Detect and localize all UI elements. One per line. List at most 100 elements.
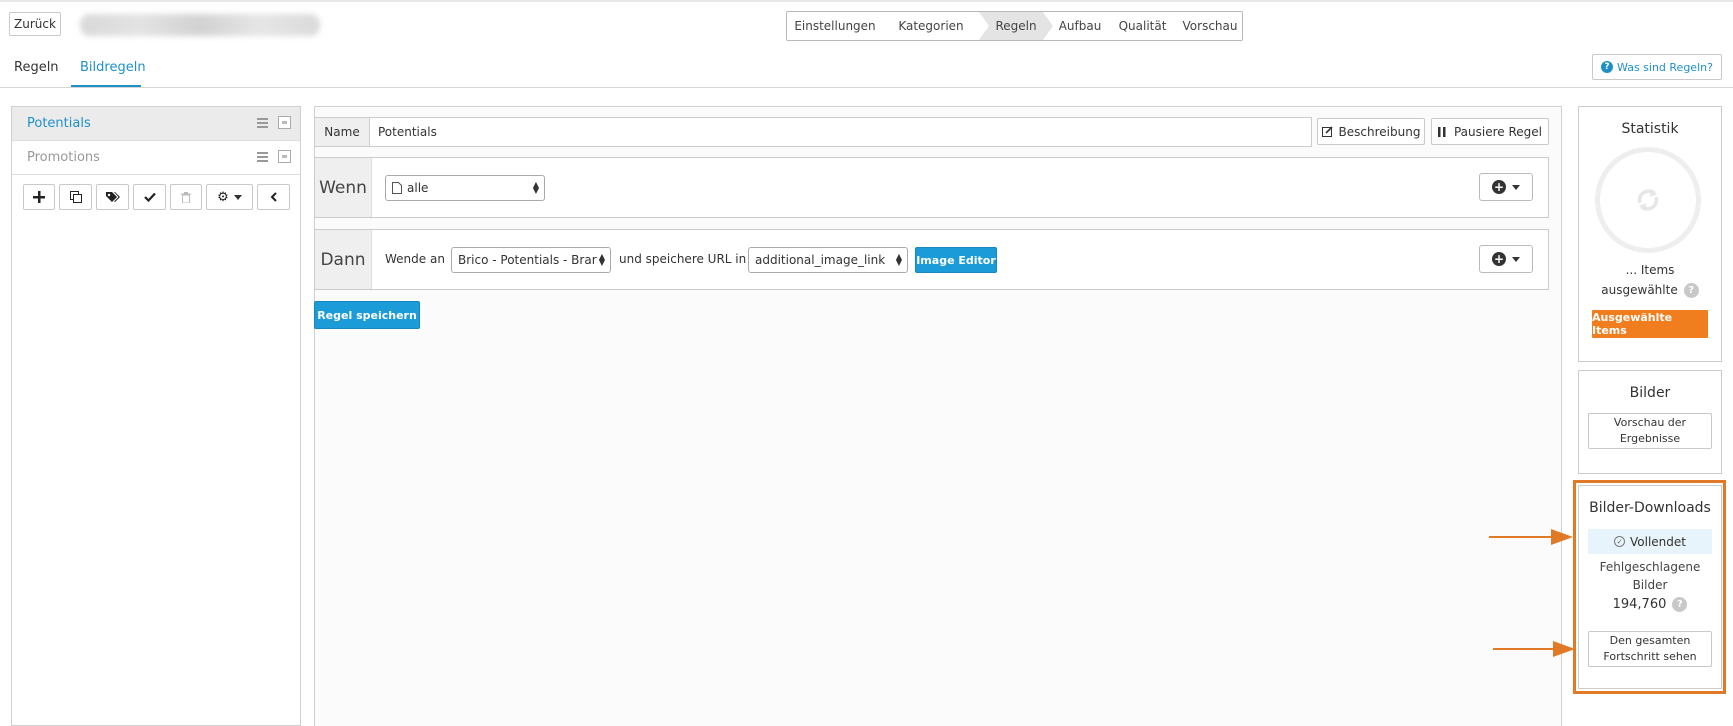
save-rule-button[interactable]: Regel speichern — [314, 301, 420, 329]
gear-icon: ⚙ — [217, 189, 229, 205]
step-regeln[interactable]: Regeln — [979, 12, 1053, 40]
tag-rule-button[interactable] — [96, 184, 129, 210]
tags-icon — [105, 192, 120, 202]
annotation-arrow-2-head — [1553, 641, 1575, 657]
copy-icon — [69, 191, 82, 203]
condition-block: Wenn alle ▲ ▼ + — [314, 157, 1549, 218]
question-icon: ? — [1601, 61, 1614, 73]
drag-handle-icon[interactable] — [257, 152, 268, 162]
items-count-text: ... Items — [1625, 263, 1675, 277]
tabs-divider — [0, 87, 1733, 88]
help-link-button[interactable]: ? Was sind Regeln? — [1592, 54, 1722, 80]
progress-line1: Den gesamten — [1609, 634, 1691, 647]
activate-rule-button[interactable] — [133, 184, 166, 210]
status-label: Vollendet — [1630, 534, 1686, 549]
then-label: Dann — [315, 230, 372, 289]
step-aufbau[interactable]: Aufbau — [1053, 12, 1107, 40]
images-title: Bilder — [1629, 385, 1671, 401]
save-url-text: und speichere URL in — [619, 252, 747, 266]
chevron-left-icon — [270, 192, 277, 202]
condition-select-value: alle — [407, 181, 429, 195]
status-badge: ✓ Vollendet — [1588, 529, 1712, 554]
select-arrows-icon: ▲ ▼ — [532, 180, 539, 195]
duplicate-rule-button[interactable] — [59, 184, 92, 210]
url-field-select-value: additional_image_link — [755, 253, 886, 267]
failed-count: 194,760 — [1612, 597, 1667, 612]
name-label: Name — [314, 117, 370, 147]
step-kategorien[interactable]: Kategorien — [883, 12, 979, 40]
description-button[interactable]: Beschreibung — [1317, 118, 1425, 145]
url-field-select[interactable]: additional_image_link ▲ ▼ — [748, 247, 908, 273]
select-arrows-icon: ▲ ▼ — [598, 252, 605, 267]
tab-bildregeln[interactable]: Bildregeln — [80, 60, 146, 75]
step-qualitaet[interactable]: Qualität — [1107, 12, 1178, 40]
step-vorschau[interactable]: Vorschau — [1178, 12, 1242, 40]
selected-text: ausgewählte — [1601, 283, 1678, 297]
selected-row: ausgewählte? — [1579, 283, 1721, 298]
failed-count-row: 194,760? — [1579, 597, 1721, 612]
trash-icon — [181, 191, 191, 203]
annotation-arrow-2-line — [1493, 648, 1553, 650]
condition-select[interactable]: alle ▲ ▼ — [385, 175, 545, 201]
collapse-panel-button[interactable] — [257, 184, 290, 210]
annotation-arrow-1-head — [1551, 529, 1573, 545]
images-panel: Bilder Vorschau der Ergebnisse — [1578, 370, 1722, 474]
select-arrows-icon: ▲ ▼ — [895, 252, 902, 267]
image-editor-button[interactable]: Image Editor — [915, 247, 997, 273]
help-icon[interactable]: ? — [1683, 283, 1699, 298]
add-condition-button[interactable]: + — [1479, 173, 1533, 201]
downloads-title: Bilder-Downloads — [1589, 500, 1711, 516]
selected-items-button[interactable]: Ausgewählte Items — [1592, 310, 1708, 338]
chevron-down-icon — [233, 194, 242, 200]
step-navigation: Einstellungen Kategorien Regeln Aufbau Q… — [786, 11, 1243, 41]
when-label: Wenn — [315, 158, 372, 217]
redacted-feed-name — [80, 14, 320, 36]
pause-label: Pausiere Regel — [1453, 124, 1542, 139]
tab-regeln[interactable]: Regeln — [14, 60, 59, 75]
apply-text: Wende an — [385, 252, 445, 266]
rule-checkbox[interactable] — [278, 150, 291, 163]
pause-icon — [1437, 126, 1446, 137]
failed-line1: Fehlgeschlagene — [1599, 560, 1701, 574]
pause-rule-button[interactable]: Pausiere Regel — [1431, 118, 1549, 145]
add-rule-button[interactable] — [23, 184, 55, 210]
edit-icon — [1321, 126, 1333, 137]
template-select-value: Brico - Potentials - Brar — [458, 253, 597, 267]
rule-item-promotions[interactable]: Promotions — [12, 141, 300, 175]
check-icon — [143, 192, 156, 202]
failed-line2: Bilder — [1632, 578, 1668, 592]
preview-line1: Vorschau der — [1613, 416, 1687, 429]
drag-handle-icon[interactable] — [257, 118, 268, 128]
preview-line2: Ergebnisse — [1619, 432, 1681, 445]
step-einstellungen[interactable]: Einstellungen — [787, 12, 883, 40]
failed-images-label: Fehlgeschlagene Bilder — [1579, 558, 1721, 594]
rule-name-input[interactable]: Potentials — [370, 117, 1312, 147]
help-icon[interactable]: ? — [1672, 597, 1688, 612]
statistics-title: Statistik — [1621, 121, 1679, 137]
chevron-down-icon — [1512, 256, 1520, 262]
check-circle-icon: ✓ — [1614, 536, 1625, 547]
plus-circle-icon: + — [1492, 252, 1506, 266]
add-action-button[interactable]: + — [1479, 245, 1533, 273]
back-button[interactable]: Zurück — [9, 12, 61, 36]
preview-results-button[interactable]: Vorschau der Ergebnisse — [1588, 413, 1712, 449]
view-progress-button[interactable]: Den gesamten Fortschritt sehen — [1588, 631, 1712, 667]
action-block: Dann Wende an Brico - Potentials - Brar … — [314, 229, 1549, 290]
help-link-label: Was sind Regeln? — [1617, 60, 1713, 74]
plus-icon — [33, 191, 45, 203]
rule-item-label: Promotions — [27, 150, 100, 165]
progress-line2: Fortschritt sehen — [1603, 650, 1697, 663]
settings-dropdown-button[interactable]: ⚙ — [206, 184, 253, 210]
plus-circle-icon: + — [1492, 180, 1506, 194]
annotation-arrow-1-line — [1489, 536, 1551, 538]
rule-item-potentials[interactable]: Potentials — [12, 107, 300, 141]
image-downloads-panel: Bilder-Downloads ✓ Vollendet Fehlgeschla… — [1578, 485, 1722, 689]
statistics-ring — [1595, 147, 1701, 253]
delete-rule-button[interactable] — [170, 184, 202, 210]
refresh-icon — [1637, 189, 1659, 211]
rule-checkbox[interactable] — [278, 116, 291, 129]
top-border — [0, 0, 1733, 2]
chevron-down-icon — [1512, 184, 1520, 190]
statistics-panel: Statistik ... Items ausgewählte? Ausgewä… — [1578, 106, 1722, 362]
template-select[interactable]: Brico - Potentials - Brar ▲ ▼ — [451, 247, 611, 273]
